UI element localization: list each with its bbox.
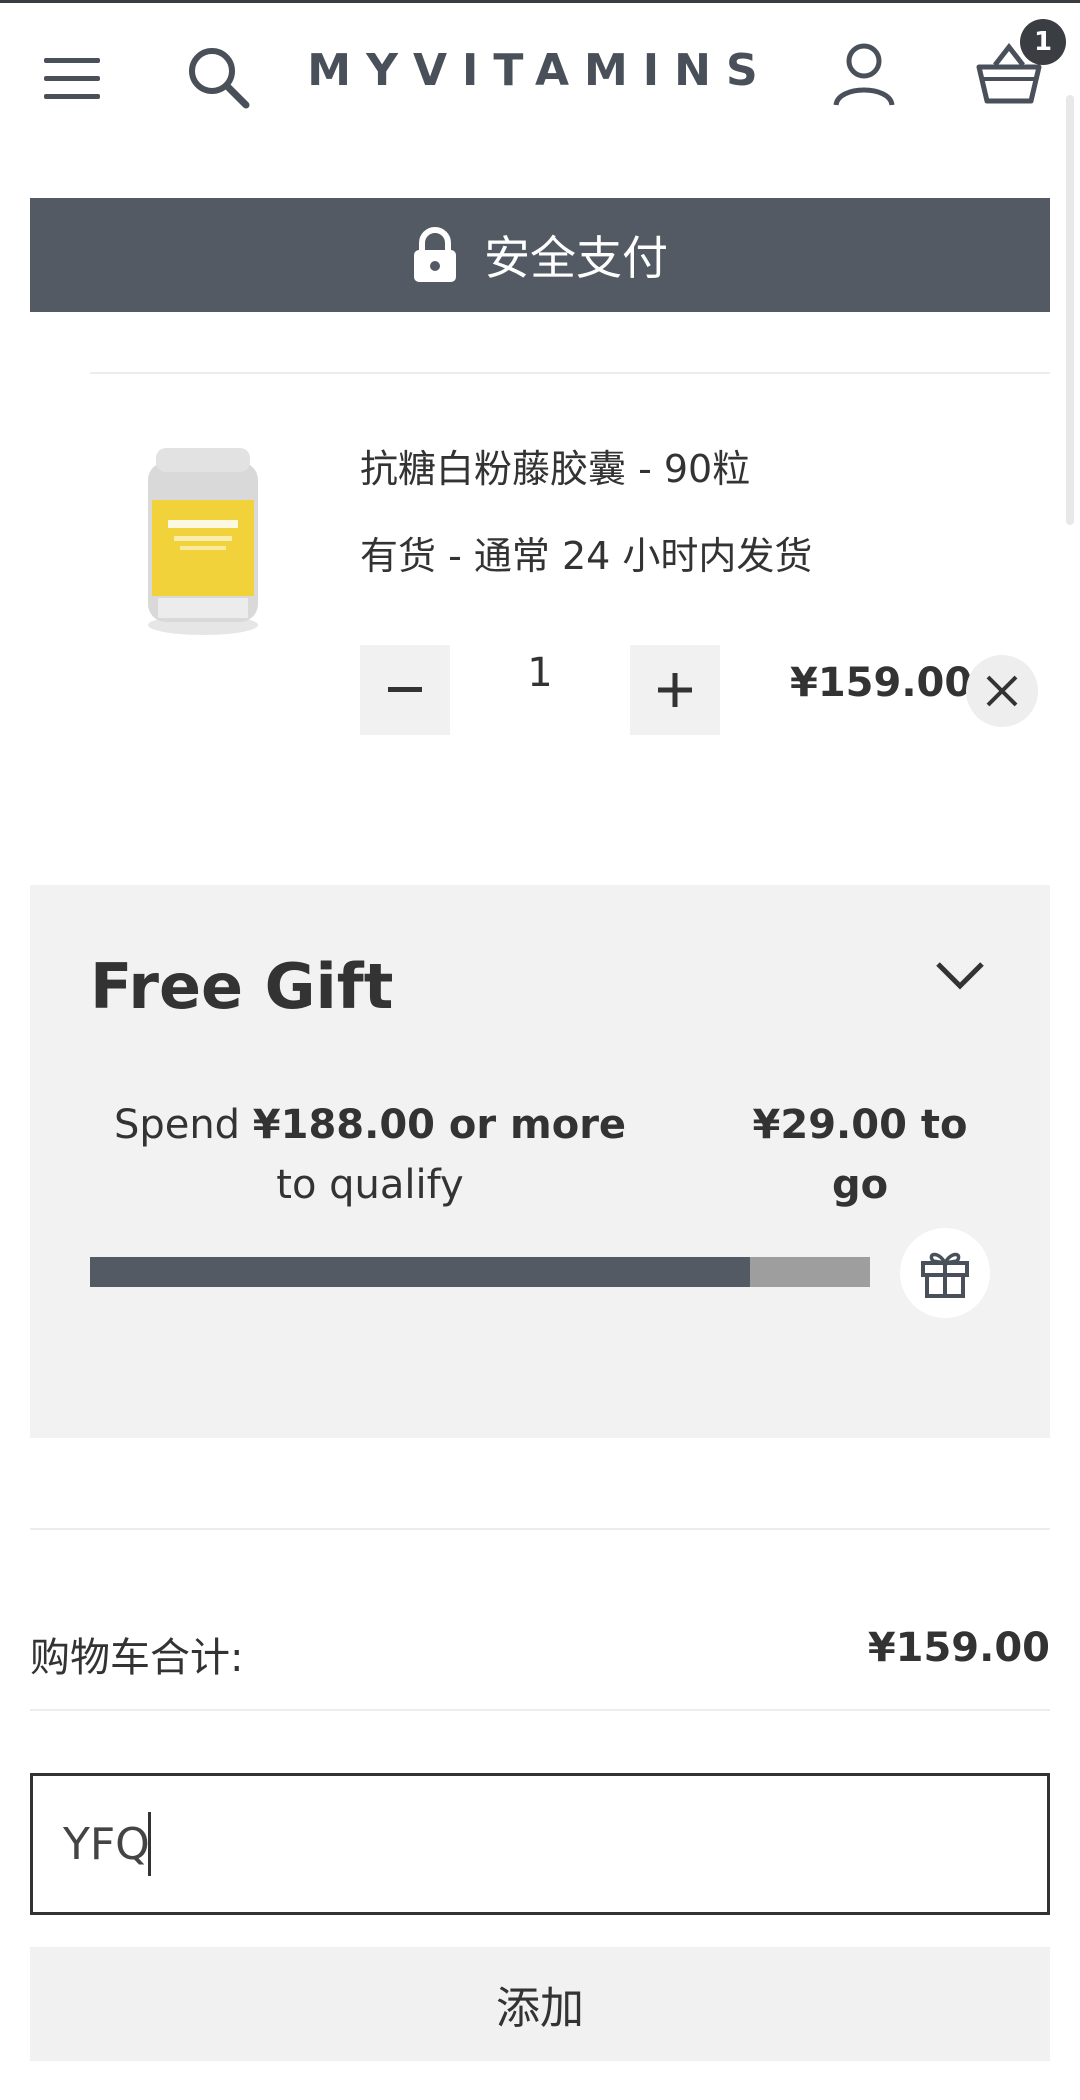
- threshold-suffix: to qualify: [276, 1162, 464, 1208]
- increase-quantity-button[interactable]: [630, 645, 720, 735]
- brand-logo[interactable]: MYVITAMINS: [300, 45, 780, 96]
- add-promo-button[interactable]: 添加: [30, 1947, 1050, 2061]
- minus-icon: [388, 687, 422, 692]
- divider: [30, 1528, 1050, 1530]
- divider: [30, 1709, 1050, 1711]
- free-gift-panel: Free Gift Spend ¥188.00 or more to quali…: [30, 885, 1050, 1438]
- quantity-value[interactable]: 1: [500, 645, 580, 701]
- item-price: ¥159.00: [790, 660, 973, 706]
- account-icon[interactable]: [830, 41, 898, 109]
- gift-icon-badge: [900, 1228, 990, 1318]
- decrease-quantity-button[interactable]: [360, 645, 450, 735]
- promo-code-input[interactable]: [30, 1773, 1050, 1915]
- threshold-prefix: Spend: [113, 1102, 253, 1148]
- basket-count-badge: 1: [1020, 19, 1066, 65]
- product-image[interactable]: [128, 440, 278, 640]
- free-gift-remaining: ¥29.00 to go: [752, 1102, 968, 1208]
- gift-icon: [921, 1252, 969, 1298]
- search-icon[interactable]: [184, 43, 254, 113]
- free-gift-progress-bar: [90, 1257, 870, 1287]
- menu-icon[interactable]: [44, 58, 100, 100]
- lock-icon: [414, 227, 456, 282]
- divider: [90, 372, 1050, 374]
- free-gift-threshold-text: Spend ¥188.00 or more to qualify: [110, 1095, 630, 1215]
- secure-payment-label: 安全支付: [484, 231, 668, 285]
- plus-icon: [658, 673, 692, 707]
- close-icon: [986, 675, 1018, 707]
- stock-status: 有货 - 通常 24 小时内发货: [360, 534, 813, 578]
- chevron-down-icon[interactable]: [930, 950, 990, 1000]
- remove-item-button[interactable]: [966, 655, 1038, 727]
- product-name[interactable]: 抗糖白粉藤胶囊 - 90粒: [360, 438, 750, 493]
- subtotal-value: ¥159.00: [867, 1625, 1050, 1671]
- site-header: MYVITAMINS 1: [0, 3, 1080, 143]
- secure-payment-banner: 安全支付: [30, 198, 1050, 312]
- text-cursor: [148, 1812, 151, 1876]
- subtotal-label: 购物车合计:: [30, 1635, 244, 1681]
- threshold-amount: ¥188.00 or more: [252, 1102, 627, 1148]
- page-scrollbar[interactable]: [1066, 95, 1074, 525]
- free-gift-title: Free Gift: [90, 950, 394, 1023]
- free-gift-progress-fill: [90, 1257, 750, 1287]
